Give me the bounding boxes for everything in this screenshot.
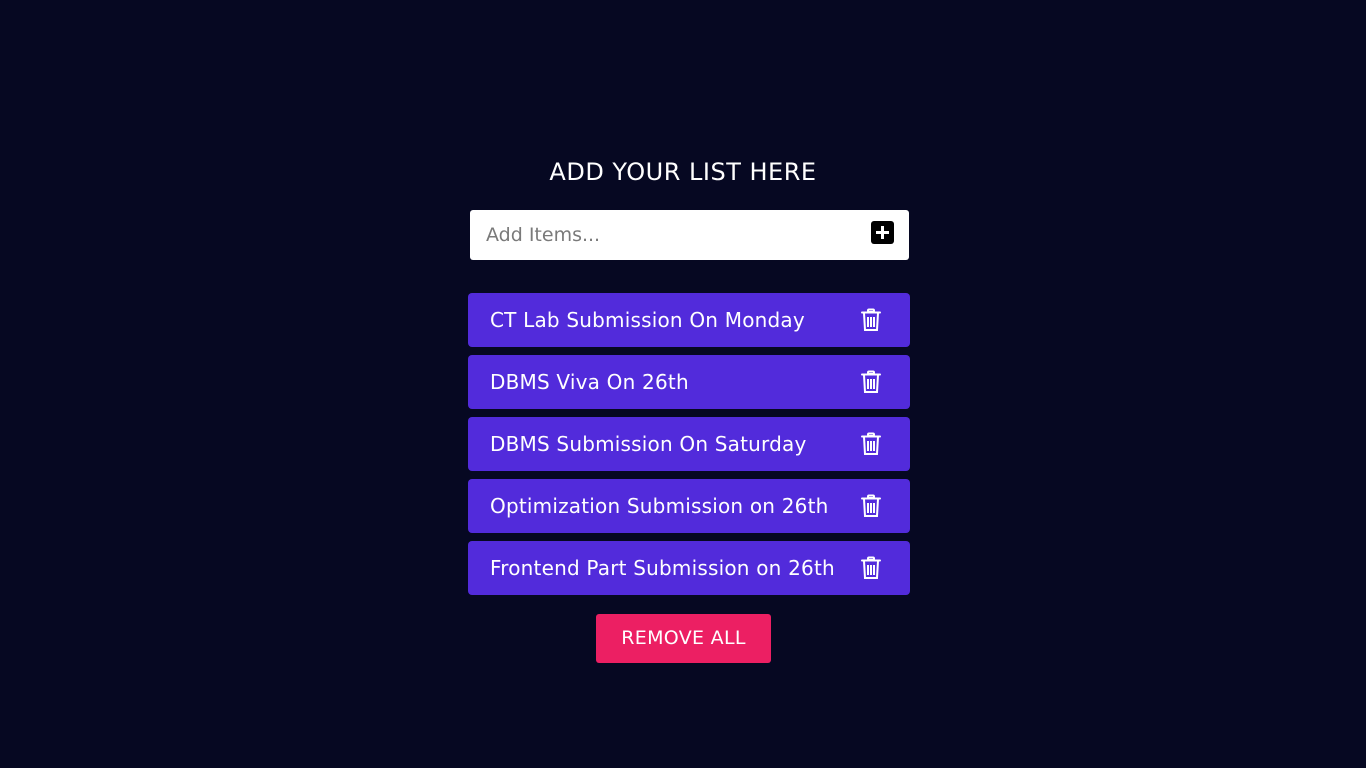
trash-icon[interactable]: [860, 308, 882, 332]
list-item-text: DBMS Submission On Saturday: [490, 432, 807, 456]
add-item-box: [470, 210, 909, 260]
list-item-text: CT Lab Submission On Monday: [490, 308, 805, 332]
list-item-text: Optimization Submission on 26th: [490, 494, 829, 518]
trash-icon[interactable]: [860, 370, 882, 394]
list-item: Optimization Submission on 26th: [468, 479, 910, 533]
trash-icon[interactable]: [860, 432, 882, 456]
list-item: DBMS Submission On Saturday: [468, 417, 910, 471]
list-item: DBMS Viva On 26th: [468, 355, 910, 409]
list-item-text: DBMS Viva On 26th: [490, 370, 689, 394]
trash-icon[interactable]: [860, 556, 882, 580]
list-item: Frontend Part Submission on 26th: [468, 541, 910, 595]
todo-app: ADD YOUR LIST HERE CT Lab Submission On …: [0, 0, 1366, 768]
page-title: ADD YOUR LIST HERE: [549, 158, 817, 186]
add-item-input[interactable]: [470, 210, 860, 260]
list-item-text: Frontend Part Submission on 26th: [490, 556, 835, 580]
remove-all-button[interactable]: REMOVE ALL: [596, 614, 771, 663]
plus-icon: [876, 226, 889, 239]
trash-icon[interactable]: [860, 494, 882, 518]
todo-list: CT Lab Submission On Monday DBMS Viva On…: [468, 293, 910, 603]
list-item: CT Lab Submission On Monday: [468, 293, 910, 347]
add-item-button[interactable]: [871, 221, 894, 244]
